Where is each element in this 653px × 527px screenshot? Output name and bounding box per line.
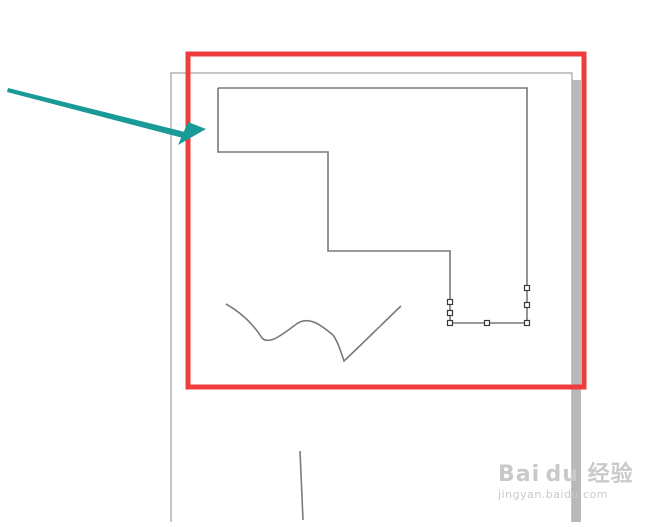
- screenshot-canvas: Bai du 经验 jingyan.baidu.com: [0, 0, 653, 527]
- selection-handle[interactable]: [446, 298, 454, 306]
- drawing-area: [7, 51, 587, 527]
- watermark: Bai du 经验 jingyan.baidu.com: [498, 462, 648, 518]
- selection-handle[interactable]: [446, 319, 454, 327]
- selection-handle[interactable]: [446, 309, 454, 317]
- selection-handle[interactable]: [483, 319, 491, 327]
- watermark-url: jingyan.baidu.com: [498, 488, 609, 501]
- document-page: [170, 72, 573, 527]
- selection-handle[interactable]: [523, 301, 531, 309]
- selection-handle[interactable]: [523, 319, 531, 327]
- selection-handle[interactable]: [523, 284, 531, 292]
- page-shadow: [572, 80, 581, 522]
- watermark-brand: Bai du 经验: [498, 462, 634, 487]
